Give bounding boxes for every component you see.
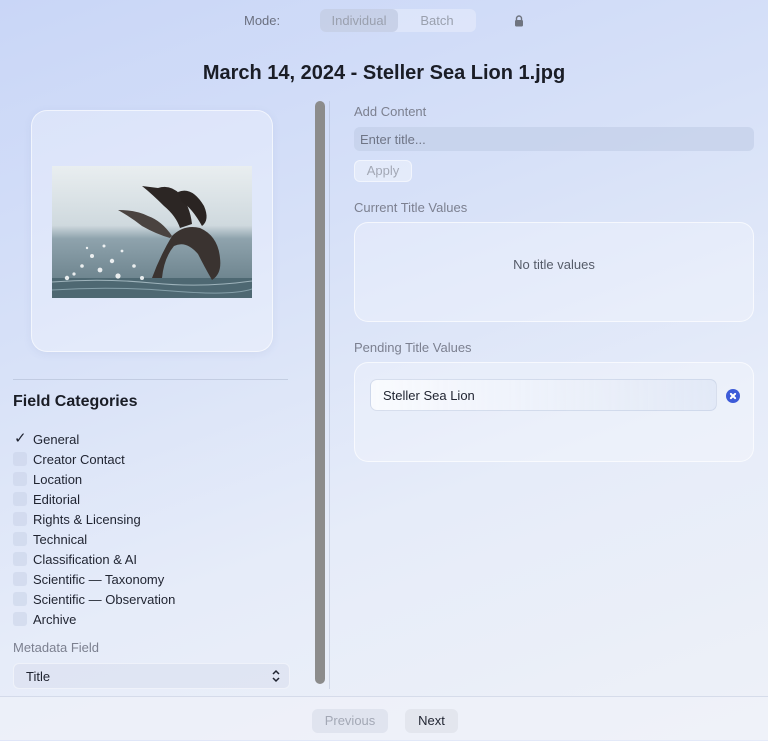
category-scientific-observation[interactable]: Scientific — Observation <box>13 590 273 610</box>
category-editorial[interactable]: Editorial <box>13 490 273 510</box>
category-label: Rights & Licensing <box>33 512 141 527</box>
apply-button[interactable]: Apply <box>354 160 412 182</box>
previous-button[interactable]: Previous <box>312 709 388 733</box>
pending-title-values-label: Pending Title Values <box>354 340 472 355</box>
rights-licensing-checkbox[interactable] <box>13 512 27 526</box>
category-label: Archive <box>33 612 77 627</box>
editorial-checkbox[interactable] <box>13 492 27 506</box>
scientific-observation-checkbox[interactable] <box>13 592 27 606</box>
category-general[interactable]: ✓ General <box>13 430 273 450</box>
category-rights-licensing[interactable]: Rights & Licensing <box>13 510 273 530</box>
category-technical[interactable]: Technical <box>13 530 273 550</box>
scientific-taxonomy-checkbox[interactable] <box>13 572 27 586</box>
metadata-field-value: Title <box>26 669 51 684</box>
pane-divider[interactable] <box>329 101 330 689</box>
pending-value-chip[interactable]: Steller Sea Lion <box>370 379 717 411</box>
classification-ai-checkbox[interactable] <box>13 552 27 566</box>
mode-segmented-control: Individual Batch <box>320 9 476 32</box>
add-content-label: Add Content <box>354 104 427 119</box>
category-scientific-taxonomy[interactable]: Scientific — Taxonomy <box>13 570 273 590</box>
creator-contact-checkbox[interactable] <box>13 452 27 466</box>
remove-icon[interactable] <box>726 389 740 403</box>
category-location[interactable]: Location <box>13 470 273 490</box>
category-label: Classification & AI <box>33 552 138 567</box>
category-classification-ai[interactable]: Classification & AI <box>13 550 273 570</box>
mode-individual-button[interactable]: Individual <box>320 9 398 32</box>
category-label: Editorial <box>33 492 80 507</box>
title-input[interactable] <box>354 127 754 151</box>
current-title-values-label: Current Title Values <box>354 200 468 215</box>
category-archive[interactable]: Archive <box>13 610 273 630</box>
field-categories-heading: Field Categories <box>13 393 138 410</box>
category-label: Creator Contact <box>33 452 125 467</box>
mode-bar: Mode: Individual Batch <box>0 8 768 34</box>
chevron-up-down-icon <box>272 669 280 683</box>
mode-batch-button[interactable]: Batch <box>398 9 476 32</box>
general-checkbox[interactable]: ✓ <box>13 430 27 447</box>
footer-bar: Previous Next <box>0 696 768 741</box>
metadata-field-label: Metadata Field <box>13 640 99 655</box>
checkmark-icon: ✓ <box>14 430 27 447</box>
category-label: Technical <box>33 532 88 547</box>
category-creator-contact[interactable]: Creator Contact <box>13 450 273 470</box>
metadata-field-select[interactable]: Title <box>13 663 290 689</box>
archive-checkbox[interactable] <box>13 612 27 626</box>
lock-icon <box>515 15 523 27</box>
empty-state-text: No title values <box>513 257 595 272</box>
location-checkbox[interactable] <box>13 472 27 486</box>
image-preview-card <box>31 110 273 352</box>
mode-label: Mode: <box>244 13 281 28</box>
sea-lion-photo <box>52 166 252 298</box>
field-categories-list: ✓ General Creator Contact Location Edito… <box>13 430 273 630</box>
current-title-values-box: No title values <box>354 222 754 322</box>
category-label: Scientific — Taxonomy <box>33 572 165 587</box>
category-label: Location <box>33 472 83 487</box>
page-title: March 14, 2024 - Steller Sea Lion 1.jpg <box>202 62 566 84</box>
pending-title-values-box: Steller Sea Lion <box>354 362 754 462</box>
sidebar-divider <box>13 379 288 380</box>
next-button[interactable]: Next <box>405 709 458 733</box>
pending-value-text: Steller Sea Lion <box>383 388 475 403</box>
category-label: General <box>33 432 80 447</box>
technical-checkbox[interactable] <box>13 532 27 546</box>
category-label: Scientific — Observation <box>33 592 176 607</box>
sidebar-scrollbar[interactable] <box>315 101 325 684</box>
